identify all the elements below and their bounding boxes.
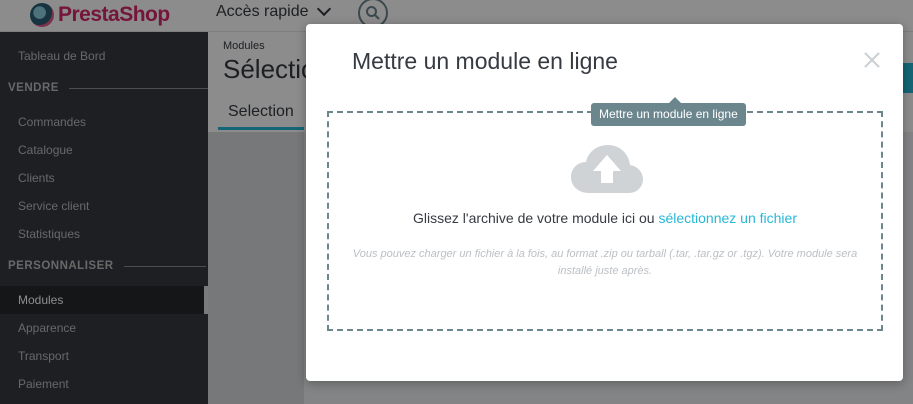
tooltip: Mettre un module en ligne [591,97,746,126]
close-icon[interactable] [862,50,882,70]
upload-module-modal: Mettre un module en ligne Glissez l'arch… [306,24,903,381]
dropzone-text: Glissez l'archive de votre module ici ou [413,210,659,226]
dropzone-instructions: Glissez l'archive de votre module ici ou… [329,210,881,226]
select-file-link[interactable]: sélectionnez un fichier [658,210,797,226]
dropzone-help-text: Vous pouvez charger un fichier à la fois… [352,248,858,277]
cloud-upload-icon [571,145,643,193]
module-dropzone[interactable]: Glissez l'archive de votre module ici ou… [327,111,883,331]
modal-title: Mettre un module en ligne [352,48,618,74]
